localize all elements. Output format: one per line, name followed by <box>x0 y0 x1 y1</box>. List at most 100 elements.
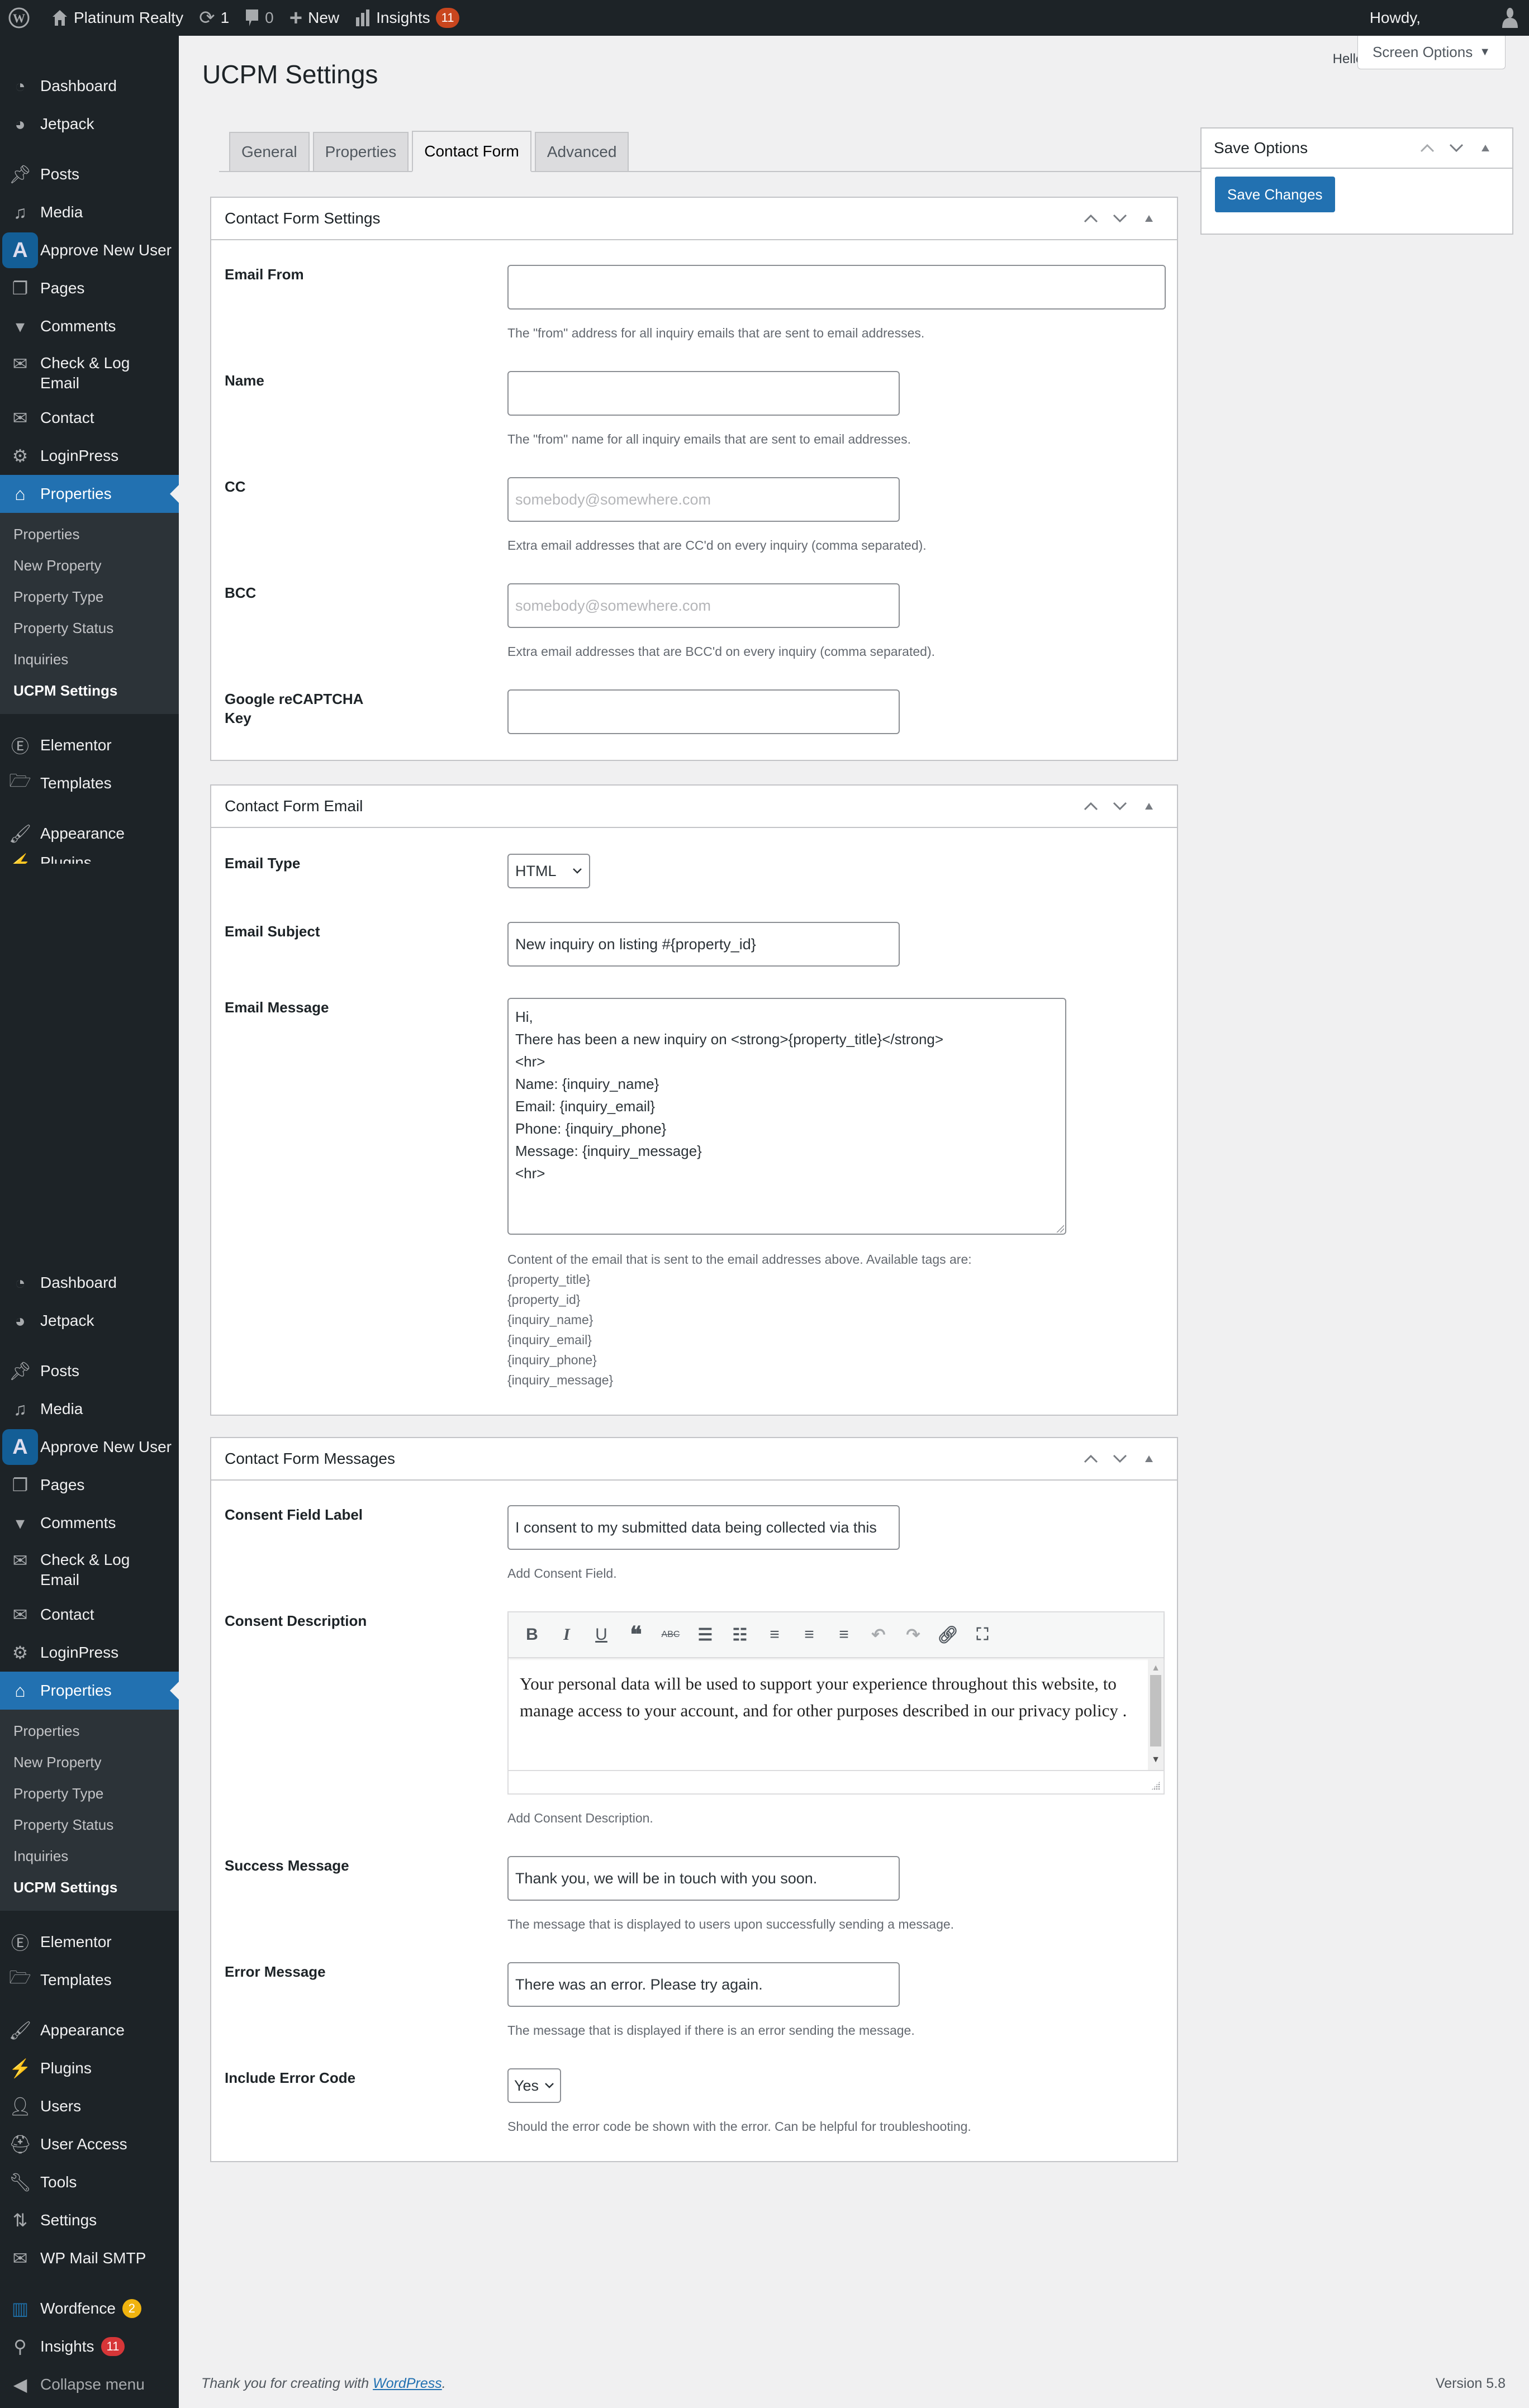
numbered-list-icon[interactable]: ☷ <box>724 1619 756 1650</box>
tab-general[interactable]: General <box>229 132 310 171</box>
updates-link[interactable]: ⟳ 1 <box>191 0 237 36</box>
menu-pages[interactable]: ❐ Pages <box>0 1466 179 1504</box>
menu-contact[interactable]: ✉ Contact <box>0 1596 179 1634</box>
menu-templates[interactable]: 🗁︎ Templates <box>0 1961 179 1999</box>
submenu-property-status[interactable]: Property Status <box>0 612 179 644</box>
submenu-property-type[interactable]: Property Type <box>0 1778 179 1809</box>
tab-properties[interactable]: Properties <box>312 132 409 171</box>
move-down-button[interactable] <box>1105 204 1134 233</box>
italic-icon[interactable]: I <box>551 1619 582 1650</box>
menu-pages[interactable]: ❐ Pages <box>0 269 179 307</box>
strikethrough-icon[interactable]: ABC <box>655 1619 686 1650</box>
menu-plugins[interactable]: ⚡ Plugins <box>0 2049 179 2087</box>
align-right-icon[interactable]: ≡ <box>828 1619 860 1650</box>
scroll-down-icon[interactable]: ▼ <box>1148 1752 1164 1768</box>
underline-icon[interactable]: U <box>586 1619 617 1650</box>
menu-comments[interactable]: ▾ Comments <box>0 1504 179 1542</box>
submenu-new-property[interactable]: New Property <box>0 550 179 581</box>
menu-check-log-email[interactable]: ✉ Check & Log Email <box>0 1542 179 1596</box>
menu-appearance[interactable]: 🖌︎ Appearance <box>0 2011 179 2049</box>
menu-jetpack[interactable]: ◕ Jetpack <box>0 105 179 143</box>
menu-media[interactable]: ♫ Media <box>0 1390 179 1428</box>
menu-media[interactable]: ♫ Media <box>0 193 179 231</box>
menu-settings[interactable]: ⇅ Settings <box>0 2201 179 2239</box>
menu-jetpack[interactable]: ◕ Jetpack <box>0 1302 179 1340</box>
wordpress-logo-button[interactable]: W <box>0 0 44 36</box>
tab-contact-form[interactable]: Contact Form <box>412 131 531 172</box>
include-error-code-select[interactable]: Yes <box>507 2068 562 2103</box>
menu-loginpress[interactable]: ⚙ LoginPress <box>0 437 179 475</box>
blockquote-icon[interactable]: ❝ <box>620 1619 652 1650</box>
redo-icon[interactable]: ↷ <box>898 1619 929 1650</box>
submenu-inquiries[interactable]: Inquiries <box>0 1840 179 1872</box>
menu-users[interactable]: 👤︎ Users <box>0 2087 179 2125</box>
align-center-icon[interactable]: ≡ <box>794 1619 825 1650</box>
wordpress-link[interactable]: WordPress <box>373 2376 442 2391</box>
menu-plugins-cut[interactable]: ⚡ Plugins <box>0 853 179 864</box>
submenu-properties[interactable]: Properties <box>0 518 179 550</box>
insights-link[interactable]: Insights 11 <box>347 0 467 36</box>
move-down-button[interactable] <box>1442 134 1471 163</box>
submenu-property-status[interactable]: Property Status <box>0 1809 179 1840</box>
menu-approve-new-user[interactable]: A Approve New User <box>0 231 179 269</box>
menu-posts[interactable]: 📌︎ Posts <box>0 155 179 193</box>
save-changes-button[interactable]: Save Changes <box>1215 177 1335 212</box>
bold-icon[interactable]: B <box>516 1619 548 1650</box>
success-message-input[interactable]: Thank you, we will be in touch with you … <box>507 1856 900 1901</box>
editor-content[interactable]: Your personal data will be used to suppo… <box>509 1658 1164 1770</box>
consent-label-input[interactable]: I consent to my submitted data being col… <box>507 1505 900 1550</box>
user-avatar-icon[interactable] <box>1499 7 1521 29</box>
resize-handle-icon[interactable] <box>1056 1225 1064 1232</box>
email-from-input[interactable] <box>507 265 1166 310</box>
toggle-panel-button[interactable] <box>1471 134 1500 163</box>
comments-link[interactable]: 0 <box>237 0 282 36</box>
resize-grip-icon[interactable] <box>1151 1781 1160 1790</box>
submenu-property-type[interactable]: Property Type <box>0 581 179 612</box>
menu-tools[interactable]: 🔧︎ Tools <box>0 2163 179 2201</box>
menu-dashboard[interactable]: ◔ Dashboard <box>0 1264 179 1302</box>
error-message-input[interactable]: There was an error. Please try again. <box>507 1962 900 2007</box>
move-down-button[interactable] <box>1105 1444 1134 1473</box>
howdy-text[interactable]: Howdy, <box>1370 9 1421 27</box>
bullet-list-icon[interactable]: ☰ <box>690 1619 721 1650</box>
menu-wordfence[interactable]: ▥ Wordfence 2 <box>0 2290 179 2328</box>
undo-icon[interactable]: ↶ <box>863 1619 894 1650</box>
move-up-button[interactable] <box>1076 1444 1105 1473</box>
menu-appearance[interactable]: 🖌︎ Appearance <box>0 815 179 853</box>
email-message-textarea[interactable]: Hi, There has been a new inquiry on <str… <box>507 998 1066 1235</box>
email-type-select[interactable]: HTML <box>507 854 590 888</box>
align-left-icon[interactable]: ≡ <box>759 1619 790 1650</box>
recaptcha-input[interactable] <box>507 689 900 734</box>
menu-user-access[interactable]: ⛑︎ User Access <box>0 2125 179 2163</box>
menu-properties[interactable]: ⌂ Properties <box>0 1672 179 1710</box>
toggle-panel-button[interactable] <box>1134 792 1164 821</box>
fullscreen-icon[interactable]: ⛶ <box>967 1619 998 1650</box>
link-icon[interactable]: 🔗︎ <box>932 1619 963 1650</box>
menu-dashboard[interactable]: ◔ Dashboard <box>0 67 179 105</box>
move-up-button[interactable] <box>1413 134 1442 163</box>
menu-wp-mail-smtp[interactable]: ✉ WP Mail SMTP <box>0 2239 179 2277</box>
site-name-link[interactable]: Platinum Realty <box>44 0 191 36</box>
menu-check-log-email[interactable]: ✉ Check & Log Email <box>0 345 179 399</box>
menu-posts[interactable]: 📌︎ Posts <box>0 1352 179 1390</box>
screen-options-button[interactable]: Screen Options ▼ <box>1357 36 1506 69</box>
bcc-input[interactable]: somebody@somewhere.com <box>507 583 900 628</box>
submenu-ucpm-settings[interactable]: UCPM Settings <box>0 675 179 706</box>
toggle-panel-button[interactable] <box>1134 204 1164 233</box>
move-up-button[interactable] <box>1076 204 1105 233</box>
new-content-link[interactable]: + New <box>282 0 347 36</box>
menu-elementor[interactable]: Ⓔ Elementor <box>0 1923 179 1961</box>
submenu-inquiries[interactable]: Inquiries <box>0 644 179 675</box>
move-down-button[interactable] <box>1105 792 1134 821</box>
menu-contact[interactable]: ✉ Contact <box>0 399 179 437</box>
cc-input[interactable]: somebody@somewhere.com <box>507 477 900 522</box>
menu-comments[interactable]: ▾ Comments <box>0 307 179 345</box>
submenu-properties[interactable]: Properties <box>0 1715 179 1746</box>
email-subject-input[interactable]: New inquiry on listing #{property_id} <box>507 922 900 967</box>
scroll-up-icon[interactable]: ▲ <box>1148 1660 1164 1676</box>
submenu-ucpm-settings[interactable]: UCPM Settings <box>0 1872 179 1903</box>
submenu-new-property[interactable]: New Property <box>0 1746 179 1778</box>
menu-properties[interactable]: ⌂ Properties <box>0 475 179 513</box>
scroll-thumb[interactable] <box>1150 1675 1161 1746</box>
menu-approve-new-user[interactable]: A Approve New User <box>0 1428 179 1466</box>
